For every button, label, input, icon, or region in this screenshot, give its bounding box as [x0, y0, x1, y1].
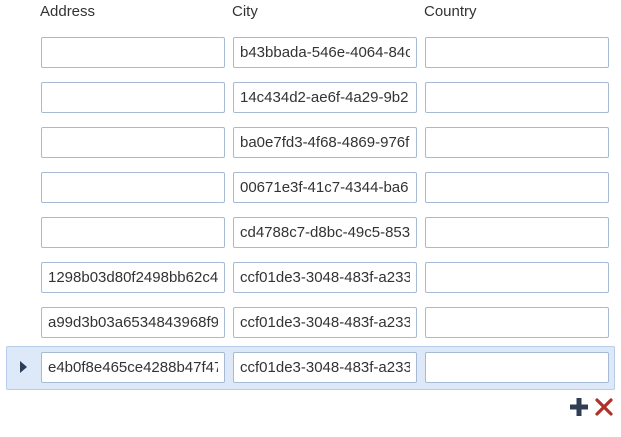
city-input[interactable] [233, 217, 417, 248]
table-row[interactable] [0, 75, 621, 120]
column-header-city: City [232, 3, 258, 20]
country-input[interactable] [425, 262, 609, 293]
address-input[interactable] [41, 127, 225, 158]
country-input[interactable] [425, 127, 609, 158]
row-indicator-arrow-icon [20, 361, 27, 373]
selected-table-row[interactable] [0, 345, 621, 390]
address-input[interactable] [41, 352, 225, 383]
country-input[interactable] [425, 352, 609, 383]
city-input[interactable] [233, 307, 417, 338]
table-row[interactable] [0, 255, 621, 300]
city-input[interactable] [233, 37, 417, 68]
country-input[interactable] [425, 37, 609, 68]
add-row-button[interactable] [568, 396, 590, 418]
address-input[interactable] [41, 307, 225, 338]
country-input[interactable] [425, 172, 609, 203]
city-input[interactable] [233, 82, 417, 113]
city-input[interactable] [233, 262, 417, 293]
table-row[interactable] [0, 120, 621, 165]
x-icon [595, 398, 613, 416]
grid-header: Address City Country [0, 0, 621, 26]
table-row[interactable] [0, 165, 621, 210]
data-grid [0, 30, 621, 390]
country-input[interactable] [425, 217, 609, 248]
table-row[interactable] [0, 300, 621, 345]
country-input[interactable] [425, 307, 609, 338]
table-row[interactable] [0, 210, 621, 255]
plus-icon [570, 398, 588, 416]
address-input[interactable] [41, 262, 225, 293]
address-input[interactable] [41, 217, 225, 248]
city-input[interactable] [233, 352, 417, 383]
city-input[interactable] [233, 127, 417, 158]
table-row[interactable] [0, 30, 621, 75]
row-actions [568, 396, 616, 418]
column-header-country: Country [424, 3, 477, 20]
address-input[interactable] [41, 82, 225, 113]
address-input[interactable] [41, 37, 225, 68]
country-input[interactable] [425, 82, 609, 113]
column-header-address: Address [40, 3, 96, 20]
city-input[interactable] [233, 172, 417, 203]
address-input[interactable] [41, 172, 225, 203]
delete-row-button[interactable] [593, 396, 615, 418]
